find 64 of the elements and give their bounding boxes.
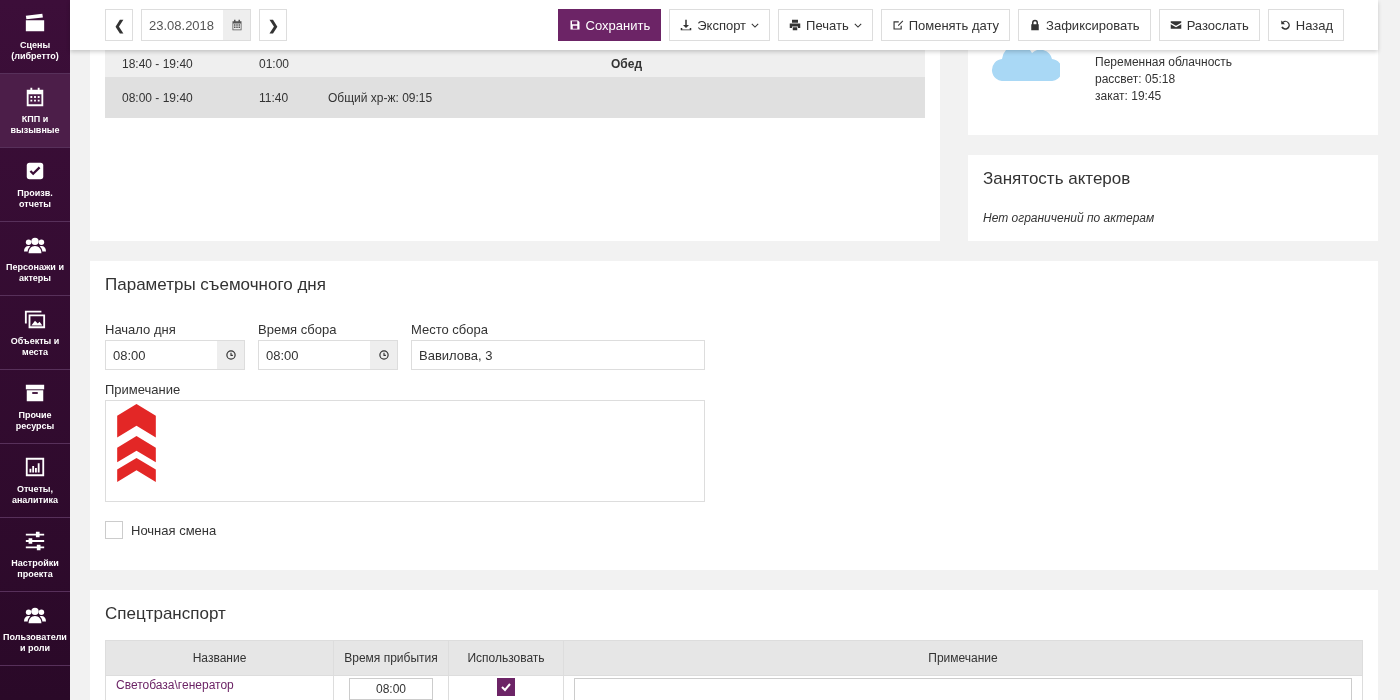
- sliders-icon: [24, 529, 46, 552]
- date-field[interactable]: 23.08.2018: [141, 9, 251, 41]
- caret-icon: [853, 22, 862, 28]
- printer-icon: [789, 19, 802, 31]
- weather-text: закат: 19:45: [1095, 88, 1163, 105]
- note-field[interactable]: [574, 678, 1352, 700]
- previous-button[interactable]: ❮: [105, 9, 133, 41]
- time-field[interactable]: 08:00: [258, 340, 398, 370]
- sidebar-item[interactable]: Настройки проекта: [0, 518, 70, 592]
- column-header: Название: [105, 640, 334, 676]
- table-cell: Обед: [610, 56, 642, 71]
- field-label: Начало дня: [105, 322, 177, 337]
- column-header: Примечание: [563, 640, 1363, 676]
- section-title: Занятость актеров: [983, 169, 1132, 189]
- actors-note: Нет ограничений по актерам: [983, 211, 1156, 225]
- table-cell-text: 08:00 - 19:40: [121, 90, 194, 105]
- column-header: Время прибытия: [333, 640, 449, 676]
- sidebar-item[interactable]: КПП и вызывные: [0, 74, 70, 148]
- toolbar-button[interactable]: Зафиксировать: [1018, 9, 1151, 41]
- bar-chart-icon: [24, 455, 46, 478]
- calendar-icon: [230, 19, 243, 31]
- sidebar-item[interactable]: Прочие ресурсы: [0, 370, 70, 444]
- toolbar-button[interactable]: Поменять дату: [880, 9, 1011, 41]
- caret-icon: [751, 22, 760, 28]
- time-field[interactable]: 08:00: [349, 678, 433, 700]
- column-header: Использовать: [448, 640, 564, 676]
- table-cell-text: 01:00: [259, 56, 291, 71]
- text-field[interactable]: Вавилова, 3: [411, 340, 705, 370]
- save-icon: [568, 19, 581, 31]
- table-cell-text: 11:40: [259, 90, 290, 105]
- envelope-icon: [1169, 19, 1182, 31]
- weather-text: рассвет: 05:18: [1095, 71, 1177, 88]
- download-icon: [680, 19, 693, 31]
- clapperboard-icon: [24, 11, 46, 34]
- sidebar-item[interactable]: Объекты и места: [0, 296, 70, 370]
- clock-icon: [377, 349, 390, 361]
- checkmark-icon: [500, 681, 512, 693]
- field-label: Примечание: [105, 382, 182, 397]
- lock-icon: [1029, 19, 1042, 31]
- sidebar-item[interactable]: Пользователи и роли: [0, 592, 70, 666]
- clock-icon: [224, 349, 237, 361]
- note-field[interactable]: [105, 400, 705, 502]
- next-button[interactable]: ❯: [259, 9, 287, 41]
- toolbar-button[interactable]: Печать: [778, 9, 873, 41]
- sidebar-item[interactable]: Персонажи и актеры: [0, 222, 70, 296]
- toolbar-button[interactable]: Назад: [1267, 9, 1344, 41]
- toolbar-button[interactable]: Разослать: [1158, 9, 1260, 41]
- calendar-icon: [24, 85, 46, 108]
- field-label: Время сбора: [258, 322, 338, 337]
- weather-text: Переменная облачность: [1095, 54, 1233, 71]
- time-field[interactable]: 08:00: [105, 340, 245, 370]
- checkbox-label: Ночная смена: [131, 522, 217, 538]
- table-cell-text: 18:40 - 19:40: [121, 56, 194, 71]
- section-title: Спецтранспорт: [105, 604, 227, 624]
- sidebar-item[interactable]: Произв. отчеты: [0, 148, 70, 222]
- section-title: Параметры съемочного дня: [105, 275, 327, 295]
- checkbox[interactable]: [497, 678, 515, 696]
- undo-icon: [1278, 19, 1291, 31]
- edit-icon: [891, 19, 904, 31]
- sidebar-item[interactable]: Отчеты, аналитика: [0, 444, 70, 518]
- table-cell: Общий хр-ж: 09:15: [328, 90, 433, 105]
- field-label: Место сбора: [411, 322, 489, 337]
- toolbar-button[interactable]: Сохранить: [557, 9, 662, 41]
- toolbar-button[interactable]: Экспорт: [669, 9, 771, 41]
